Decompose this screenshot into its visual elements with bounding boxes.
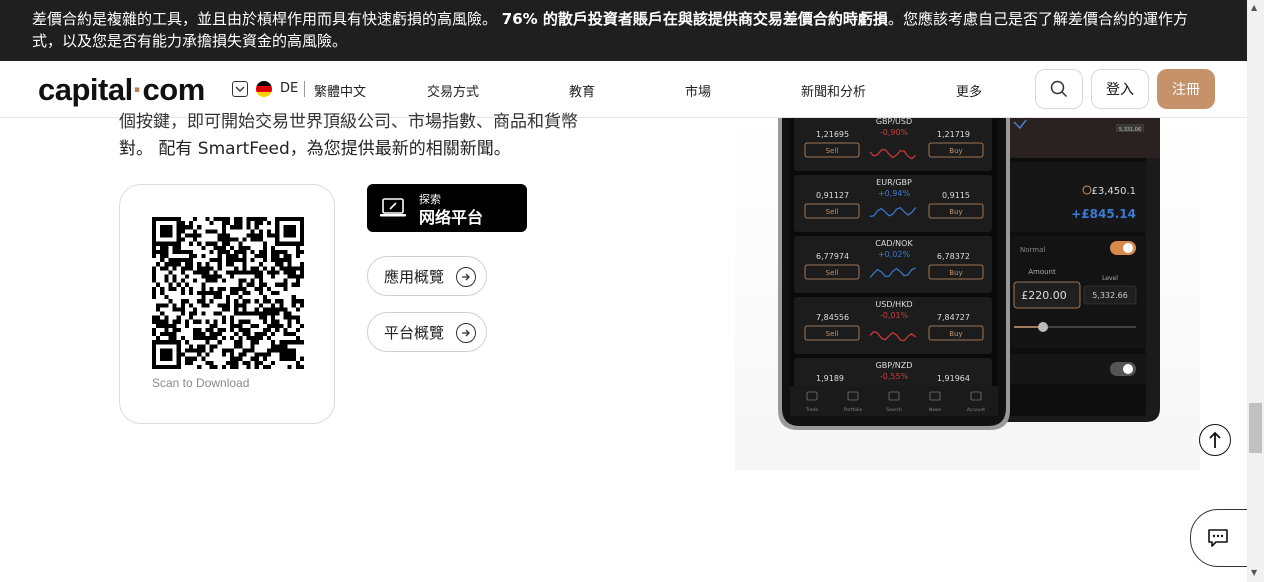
tab-label[interactable]: Search — [886, 407, 902, 413]
back-phone: 5,331.06 £3,450.1 +£845.14 Normal Amount… — [1000, 118, 1160, 422]
description-line-clipped: 個按鍵，即可開始交易世界頂級公司、市場指數、商品和貨幣 — [119, 112, 578, 130]
page: 差價合約是複雜的工具，並且由於槓桿作用而具有快速虧損的高風險。 76% 的散戶投… — [0, 0, 1264, 582]
back-phone-value: £3,450.1 — [1091, 186, 1136, 197]
web-button-label: 网络平台 — [419, 208, 484, 227]
qr-download-card: Scan to Download — [119, 184, 335, 424]
back-phone-level: 5,332.66 — [1092, 291, 1128, 300]
tab-label[interactable]: Portfolio — [844, 407, 863, 413]
instrument-row[interactable]: EUR/GBP +0,94% 0,91127 0,9115 Sell Buy — [794, 175, 992, 232]
risk-text-part1: 差價合約是複雜的工具，並且由於槓桿作用而具有快速虧損的高風險。 — [32, 10, 498, 28]
buy-label: Buy — [949, 208, 962, 216]
sell-price: 1,9189 — [816, 374, 844, 383]
platform-overview-label: 平台概覽 — [384, 324, 445, 342]
sell-price: 7,84556 — [816, 313, 849, 322]
instrument-change: -0,90% — [880, 128, 909, 137]
app-overview-button[interactable]: 應用概覽 — [367, 256, 487, 296]
risk-warning-banner: 差價合約是複雜的工具，並且由於槓桿作用而具有快速虧損的高風險。 76% 的散戶投… — [0, 0, 1247, 61]
instrument-change: +0,94% — [878, 189, 911, 198]
sell-label: Sell — [826, 269, 839, 277]
buy-price: 7,84727 — [937, 313, 970, 322]
instrument-row[interactable]: USD/HKD -0,01% 7,84556 7,84727 Sell Buy — [794, 297, 992, 354]
back-phone-amount: £220.00 — [1021, 289, 1067, 302]
instrument-change: -0,55% — [880, 372, 909, 381]
buy-label: Buy — [949, 269, 962, 277]
arrow-right-icon — [456, 323, 476, 343]
app-overview-label: 應用概覽 — [384, 268, 445, 286]
buy-label: Buy — [949, 330, 962, 338]
instrument-name: EUR/GBP — [876, 178, 912, 187]
instrument-change: -0,01% — [880, 311, 909, 320]
page-scrollbar[interactable]: ▲ ▼ — [1247, 0, 1264, 582]
web-platform-button[interactable]: 探索 网络平台 — [367, 184, 527, 232]
arrow-up-icon — [1209, 431, 1221, 448]
qr-code[interactable] — [152, 217, 304, 369]
buy-price: 0,9115 — [942, 191, 970, 200]
login-button[interactable]: 登入 — [1091, 69, 1149, 109]
risk-text-bold: 76% 的散戶投資者賬戶在與該提供商交易差價合約時虧損 — [501, 10, 888, 28]
sell-label: Sell — [826, 147, 839, 155]
front-phone: GBP/USD-0,90%1,21695 1,21719Sell BuyEUR/GB… — [778, 118, 1010, 430]
instrument-change: +0,02% — [878, 250, 911, 259]
buy-price: 6,78372 — [937, 252, 970, 261]
sell-label: Sell — [826, 330, 839, 338]
scroll-up-arrow-icon[interactable]: ▲ — [1251, 3, 1257, 12]
scrollbar-thumb[interactable] — [1249, 403, 1262, 453]
sell-price: 6,77974 — [816, 252, 849, 261]
scroll-to-top-button[interactable] — [1199, 424, 1231, 456]
buy-label: Buy — [949, 147, 962, 155]
search-button[interactable] — [1035, 69, 1083, 109]
description-line: 對。 配有 SmartFeed，為您提供最新的相關新聞。 — [119, 139, 511, 159]
arrow-right-icon — [456, 267, 476, 287]
nav-item-markets[interactable]: 市場 — [685, 81, 711, 100]
instrument-name: CAD/NOK — [875, 239, 913, 248]
laptop-icon — [380, 198, 406, 217]
sell-price: 1,21695 — [816, 130, 849, 139]
back-phone-pnl: +£845.14 — [1071, 207, 1136, 221]
nav-item-more[interactable]: 更多 — [956, 81, 982, 100]
search-icon — [1050, 80, 1068, 98]
instrument-name: USD/HKD — [875, 300, 912, 309]
back-phone-price: 5,331.06 — [1119, 127, 1141, 133]
scroll-down-arrow-icon[interactable]: ▼ — [1251, 568, 1257, 577]
app-description: 個按鍵，即可開始交易世界頂級公司、市場指數、商品和貨幣 對。 配有 SmartF… — [119, 92, 619, 168]
sell-price: 0,91127 — [816, 191, 849, 200]
back-phone-amount-label: Amount — [1028, 268, 1056, 276]
instrument-row[interactable]: CAD/NOK +0,02% 6,77974 6,78372 Sell Buy — [794, 236, 992, 293]
tab-label[interactable]: Trade — [805, 407, 819, 413]
tab-label[interactable]: News — [929, 407, 942, 413]
tab-label[interactable]: Account — [967, 407, 985, 413]
signup-button[interactable]: 注冊 — [1157, 69, 1215, 109]
back-phone-level-label: Level — [1102, 275, 1118, 282]
back-phone-mode: Normal — [1020, 246, 1045, 254]
buy-price: 1,91964 — [937, 374, 970, 383]
nav-item-news-analysis[interactable]: 新聞和分析 — [801, 81, 866, 100]
platform-overview-button[interactable]: 平台概覽 — [367, 312, 487, 352]
chat-icon — [1208, 529, 1228, 547]
qr-caption: Scan to Download — [152, 376, 250, 390]
sell-label: Sell — [826, 208, 839, 216]
instrument-name: GBP/NZD — [876, 361, 913, 370]
instrument-name: GBP/USD — [876, 118, 912, 126]
buy-price: 1,21719 — [937, 130, 970, 139]
app-phones-image: 5,331.06 £3,450.1 +£845.14 Normal Amount… — [778, 118, 1160, 430]
instrument-row[interactable]: GBP/USD -0,90% 1,21695 1,21719 Sell Buy — [794, 118, 992, 171]
